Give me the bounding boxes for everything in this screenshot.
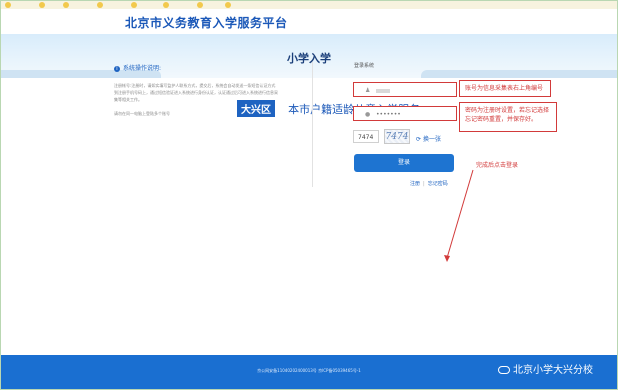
link-separator: | xyxy=(423,181,425,187)
bookmark-icon[interactable] xyxy=(163,2,169,8)
watermark-text: 北京小学大兴分校 xyxy=(513,365,593,376)
info-icon: i xyxy=(114,65,120,72)
browser-bookmarks-bar xyxy=(1,1,617,9)
notice-body: 注册帐号:注册时，请如实填写监护人联系方式，提交后，系统会自动发送一条短信认证方… xyxy=(114,83,278,102)
redacted-username xyxy=(376,88,390,93)
bookmark-icon[interactable] xyxy=(97,2,103,8)
captcha-image[interactable]: 7474 xyxy=(384,129,410,144)
register-link[interactable]: 注册 xyxy=(410,181,420,187)
account-annotation: 账号为信息采集表右上角编号 xyxy=(459,80,551,97)
wechat-icon xyxy=(498,366,510,374)
wechat-watermark: 北京小学大兴分校 xyxy=(498,361,593,376)
panel-divider xyxy=(312,62,313,187)
refresh-captcha-label: 换一张 xyxy=(422,136,441,143)
site-header: 北京市义务教育入学服务平台 xyxy=(1,9,617,34)
username-value xyxy=(376,87,390,94)
notice-footer: 请勿在同一电脑上登陆多个账号 xyxy=(114,111,170,116)
bookmark-icon[interactable] xyxy=(5,2,11,8)
password-field[interactable]: ● ••••••• xyxy=(353,106,457,121)
page-title: 小学入学 xyxy=(287,52,331,65)
login-panel: 登录系统 xyxy=(354,62,462,69)
page-banner: 小学入学 xyxy=(1,34,617,78)
bookmark-icon[interactable] xyxy=(63,2,69,8)
bookmark-icon[interactable] xyxy=(131,2,137,8)
forgot-password-link[interactable]: 忘记密码 xyxy=(428,181,448,187)
bookmark-icon[interactable] xyxy=(39,2,45,8)
user-icon: ♟ xyxy=(365,87,371,94)
banner-decoration xyxy=(421,70,617,78)
bookmark-icon[interactable] xyxy=(225,2,231,8)
refresh-icon: ⟳ xyxy=(416,136,422,143)
login-title: 登录系统 xyxy=(354,63,375,69)
notice-heading: i 系统操作说明: xyxy=(114,63,279,72)
site-title[interactable]: 北京市义务教育入学服务平台 xyxy=(125,14,288,31)
notice-panel: i 系统操作说明: 注册帐号:注册时，请如实填写监护人联系方式，提交后，系统会自动… xyxy=(114,63,279,117)
notice-heading-text: 系统操作说明: xyxy=(123,65,162,72)
password-annotation: 密码为注册时设置，若忘记选择忘记密码重置，并保存好。 xyxy=(459,102,557,132)
password-value: ••••••• xyxy=(376,111,401,118)
login-annotation: 完成后点击登录 xyxy=(476,162,519,169)
login-links: 注册 | 忘记密码 xyxy=(410,180,448,187)
refresh-captcha-link[interactable]: ⟳ 换一张 xyxy=(416,134,441,143)
username-field[interactable]: ♟ xyxy=(353,82,457,97)
login-button[interactable]: 登录 xyxy=(354,154,454,172)
bookmark-icon[interactable] xyxy=(197,2,203,8)
site-footer: 京公网安备11040202400013号 京ICP备05039465号-1 北京… xyxy=(1,355,617,389)
lock-icon: ● xyxy=(365,111,371,118)
captcha-input[interactable]: 7474 xyxy=(353,130,379,143)
